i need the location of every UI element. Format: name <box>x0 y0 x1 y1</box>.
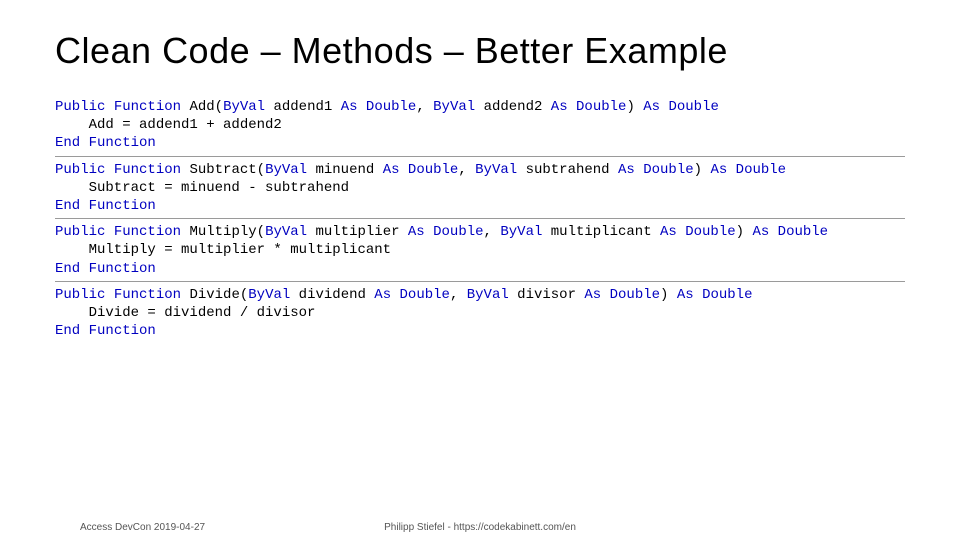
footer-center: Philipp Stiefel - https://codekabinett.c… <box>0 522 960 533</box>
code-block: Public Function Divide(ByVal dividend As… <box>55 282 905 344</box>
code-block: Public Function Subtract(ByVal minuend A… <box>55 157 905 219</box>
code-block: Public Function Multiply(ByVal multiplie… <box>55 219 905 281</box>
slide-title: Clean Code – Methods – Better Example <box>55 30 905 72</box>
slide: Clean Code – Methods – Better Example Pu… <box>0 0 960 540</box>
code-area: Public Function Add(ByVal addend1 As Dou… <box>55 94 905 343</box>
code-block: Public Function Add(ByVal addend1 As Dou… <box>55 94 905 156</box>
